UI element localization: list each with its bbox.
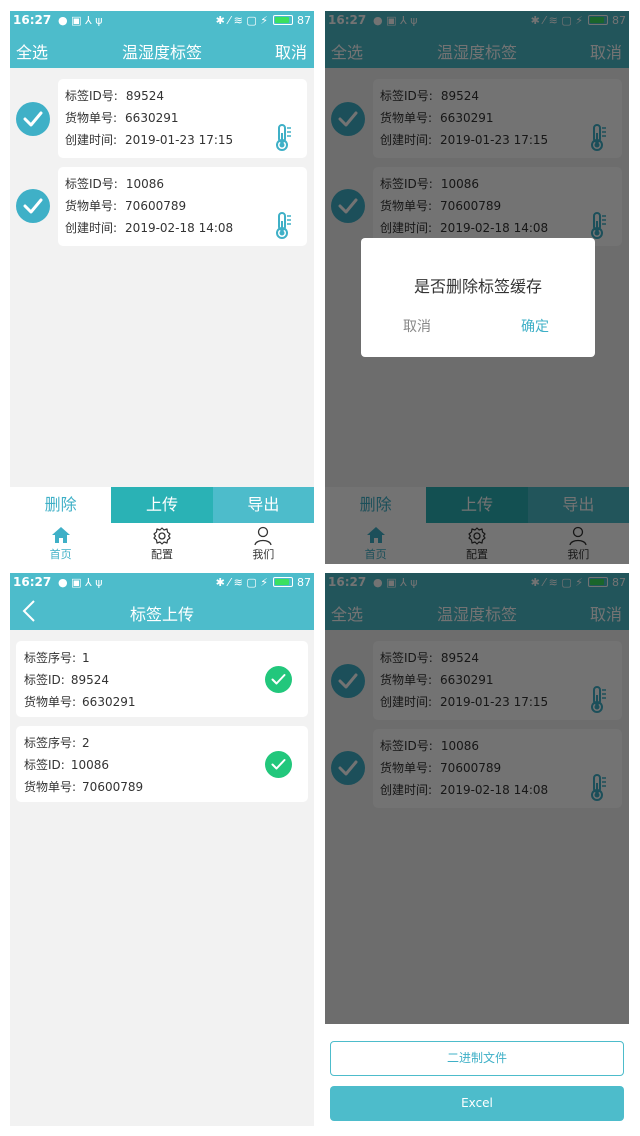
cargo-value: 6630291 [82,695,136,709]
cargo-value: 6630291 [125,111,179,125]
export-binary-button[interactable]: 二进制文件 [330,1041,624,1076]
list-item[interactable]: 标签ID号: 89524 货物单号: 6630291 创建时间: 2019-01-23… [10,79,314,159]
tag-id-label: 标签ID: [24,758,65,772]
seq-value: 2 [82,736,90,750]
tag-id-value: 10086 [70,758,110,772]
tab-about[interactable]: 我们 [213,523,314,564]
export-button[interactable]: 导出 [212,487,314,523]
dialog-confirm-button[interactable]: 确定 [521,316,549,336]
status-bar: 16:27 ● ▣ ⅄ ψ ✱ ⁄ ≋ ▢ ⚡ 87 [10,11,314,30]
cargo-value: 70600789 [125,199,187,213]
modal-overlay[interactable] [325,573,629,1024]
action-bar: 删除 上传 导出 [10,487,314,523]
tab-config[interactable]: 配置 [111,523,212,564]
tag-id-label: 标签ID号: [65,177,118,191]
created-value: 2019-02-18 14:08 [125,221,234,235]
page-title: 标签上传 [129,605,194,624]
dialog-cancel-button[interactable]: 取消 [403,316,431,336]
cargo-label: 货物单号: [24,780,77,794]
created-label: 创建时间: [65,133,118,147]
status-bar: 16:27 ● ▣ ⅄ ψ ✱ ⁄ ≋ ▢ ⚡ 87 [10,573,314,592]
tag-id-label: 标签ID: [24,673,65,687]
tag-id-value: 89524 [125,89,165,103]
delete-confirm-screen: 16:27 ● ▣ ⅄ ψ ✱ ⁄ ≋ ▢ ⚡ 87 全选 温湿度标签 取消 标… [325,11,629,564]
tag-id-value: 10086 [125,177,165,191]
user-icon [254,526,272,546]
status-right: ✱ ⁄ ≋ ▢ ⚡ 87 [216,11,311,30]
notification-icons: ● ▣ ⅄ ψ [58,576,103,589]
tag-card: 标签ID号: 10086 货物单号: 70600789 创建时间: 2019-02-1… [58,167,307,246]
tag-upload-screen: 16:27 ● ▣ ⅄ ψ ✱ ⁄ ≋ ▢ ⚡ 87 标签上传 标签序号: 1 标… [10,573,314,1126]
created-label: 创建时间: [65,221,118,235]
status-right: ✱ ⁄ ≋ ▢ ⚡ 87 [216,573,311,592]
gear-icon [153,527,171,545]
delete-button[interactable]: 删除 [10,487,112,523]
tab-label: 首页 [49,548,72,561]
checkmark-icon[interactable] [16,189,50,223]
confirm-dialog: 是否删除标签缓存 取消 确定 [361,238,595,357]
battery-icon [272,577,293,587]
system-icons: ✱ ⁄ ≋ ▢ ⚡ [215,576,268,589]
upload-list: 标签序号: 1 标签ID: 89524 货物单号: 6630291 标签序号: 2 标签… [10,630,314,1126]
tag-card: 标签ID号: 89524 货物单号: 6630291 创建时间: 2019-01-23… [58,79,307,158]
thermometer-icon [276,124,291,151]
seq-label: 标签序号: [24,651,77,665]
export-sheet: 二进制文件 Excel [325,1024,629,1126]
thermometer-icon [276,212,291,239]
status-time: 16:27 [13,13,52,27]
success-check-icon [265,666,292,693]
dialog-message: 是否删除标签缓存 [413,277,542,296]
cargo-label: 货物单号: [65,111,118,125]
export-screen: 16:27 ● ▣ ⅄ ψ ✱ ⁄ ≋ ▢ ⚡ 87 全选 温湿度标签 取消 标… [325,573,629,1126]
list-item[interactable]: 标签ID号: 10086 货物单号: 70600789 创建时间: 2019-02-1… [10,167,314,247]
title-bar: 标签上传 [10,592,314,630]
cargo-value: 70600789 [82,780,144,794]
tag-list-screen: 16:27 ● ▣ ⅄ ψ ✱ ⁄ ≋ ▢ ⚡ 87 全选 温湿度标签 取消 标… [10,11,314,564]
export-excel-button[interactable]: Excel [330,1086,624,1121]
cancel-button[interactable]: 取消 [275,39,307,63]
created-value: 2019-01-23 17:15 [125,133,234,147]
page-title: 温湿度标签 [121,43,202,62]
system-icons: ✱ ⁄ ≋ ▢ ⚡ [215,14,268,27]
battery-icon [272,15,293,25]
tag-id-label: 标签ID号: [65,89,118,103]
seq-label: 标签序号: [24,736,77,750]
tab-label: 我们 [252,548,275,561]
success-check-icon [265,751,292,778]
tab-label: 配置 [150,548,173,561]
cargo-label: 货物单号: [65,199,118,213]
tab-bar: 首页 配置 我们 [10,523,314,564]
cargo-label: 货物单号: [24,695,77,709]
seq-value: 1 [82,651,90,665]
tab-home[interactable]: 首页 [10,523,111,564]
checkmark-icon[interactable] [16,102,50,136]
title-bar: 全选 温湿度标签 取消 [10,30,314,68]
home-icon [51,527,70,543]
upload-button[interactable]: 上传 [111,487,213,523]
tag-id-value: 89524 [70,673,110,687]
battery-level: 87 [297,576,311,589]
list-item[interactable]: 标签序号: 1 标签ID: 89524 货物单号: 6630291 [16,641,308,717]
list-item[interactable]: 标签序号: 2 标签ID: 10086 货物单号: 70600789 [16,726,308,802]
status-time: 16:27 [13,575,52,589]
notification-icons: ● ▣ ⅄ ψ [58,14,103,27]
battery-level: 87 [297,14,311,27]
